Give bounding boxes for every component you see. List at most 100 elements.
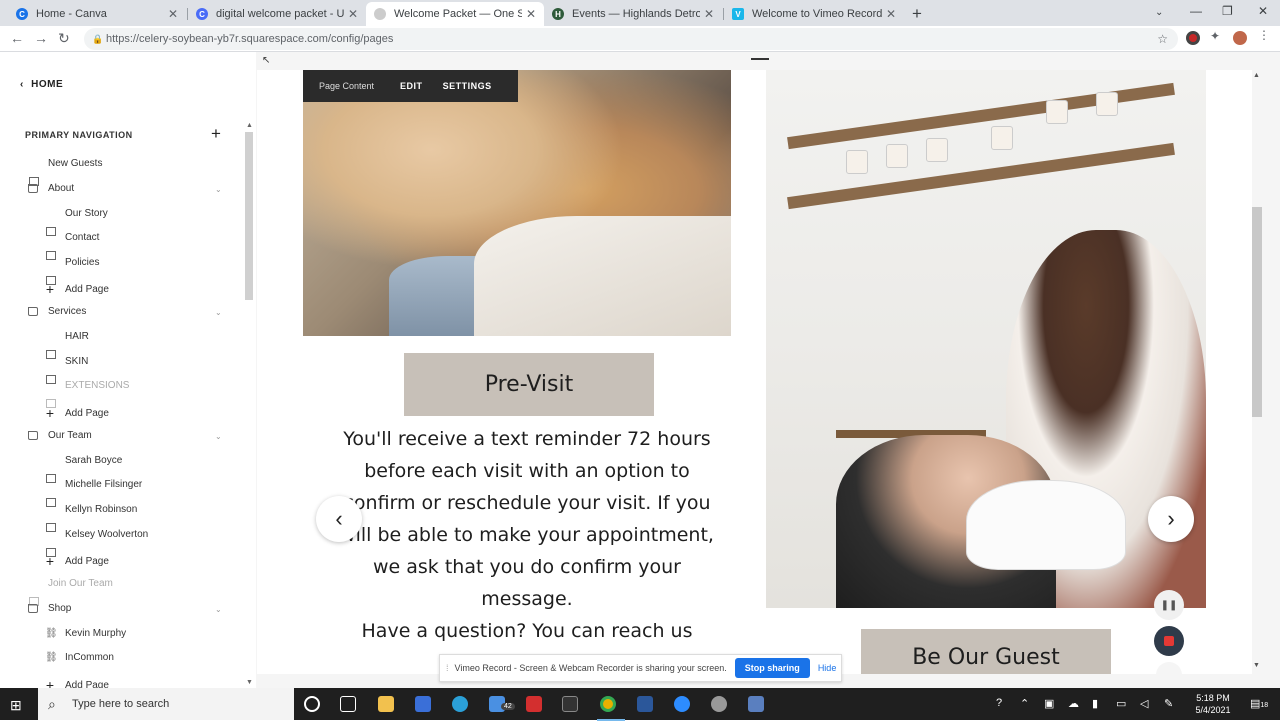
nav-item-kellyn-robinson[interactable]: Kellyn Robinson <box>45 504 137 532</box>
browser-toolbar: ← → ↻ 🔒 https://celery-soybean-yb7r.squa… <box>0 26 1280 52</box>
close-icon[interactable]: ✕ <box>526 7 536 21</box>
microphone-icon[interactable]: ▮ <box>1092 697 1098 710</box>
nav-item-about[interactable]: About <box>28 183 74 194</box>
extensions-puzzle-icon[interactable]: ✦ <box>1210 29 1224 43</box>
onedrive-icon[interactable]: ☁ <box>1068 697 1079 710</box>
scroll-down-arrow-icon[interactable]: ▼ <box>246 679 253 686</box>
app-icon[interactable] <box>748 696 764 712</box>
edit-button[interactable]: EDIT <box>390 81 433 91</box>
chevron-down-icon[interactable]: ⌄ <box>215 185 222 194</box>
nav-item-add-page-team[interactable]: + Add Page <box>45 553 109 569</box>
help-icon[interactable]: ? <box>996 697 1002 709</box>
close-icon[interactable]: ✕ <box>348 7 358 21</box>
restore-icon[interactable]: ❐ <box>1222 4 1233 18</box>
chevron-down-icon[interactable]: ⌄ <box>215 308 222 317</box>
pen-icon[interactable]: ✎ <box>1164 697 1173 710</box>
windows-start-icon[interactable]: ⊞ <box>10 697 22 714</box>
tab-search-icon[interactable]: ⌄ <box>1155 7 1163 18</box>
scroll-up-arrow-icon[interactable]: ▲ <box>1253 72 1260 79</box>
kebab-menu-icon[interactable]: ⋮ <box>1258 28 1272 42</box>
main-scrollbar[interactable] <box>1252 207 1262 417</box>
nav-item-add-page-about[interactable]: + Add Page <box>45 281 109 297</box>
stop-sharing-button[interactable]: Stop sharing <box>734 658 810 678</box>
address-bar[interactable]: 🔒 https://celery-soybean-yb7r.squarespac… <box>84 28 1178 50</box>
chevron-left-icon: ‹ <box>20 79 24 90</box>
add-navigation-item-button[interactable]: + <box>211 124 221 144</box>
tray-app-icon[interactable]: ▣ <box>1044 697 1054 710</box>
close-window-icon[interactable]: ✕ <box>1258 4 1268 18</box>
tab-digital-welcome-packet[interactable]: C digital welcome packet - US Lette ✕ <box>188 2 366 26</box>
nav-item-shop[interactable]: Shop <box>28 603 71 614</box>
tray-chevron-up-icon[interactable]: ⌃ <box>1020 697 1029 710</box>
facial-treatment-image <box>303 70 731 336</box>
nav-item-our-story[interactable]: Our Story <box>45 208 108 236</box>
acrobat-icon[interactable] <box>526 696 542 712</box>
taskbar-search-box[interactable]: ⌕ Type here to search <box>38 688 294 720</box>
nav-item-add-page-services[interactable]: + Add Page <box>45 405 109 421</box>
cortana-icon[interactable] <box>304 696 320 712</box>
tab-welcome-packet[interactable]: Welcome Packet — One Salon ✕ <box>366 2 544 26</box>
nav-item-services[interactable]: Services <box>28 306 86 317</box>
nav-item-incommon[interactable]: ⛓ InCommon <box>45 652 114 663</box>
slider-next-button[interactable]: › <box>1148 496 1194 542</box>
pause-recording-button[interactable]: ❚❚ <box>1154 590 1184 620</box>
nav-item-our-team[interactable]: Our Team <box>28 430 92 441</box>
forward-arrow-icon[interactable]: → <box>34 30 48 46</box>
nav-item-kelsey-woolverton[interactable]: Kelsey Woolverton <box>45 529 148 557</box>
chrome-icon[interactable] <box>597 696 625 721</box>
clock-time: 5:18 PM <box>1196 693 1230 703</box>
drag-grip-icon[interactable]: ⁞ <box>446 663 449 673</box>
towel-shape <box>474 216 731 336</box>
nav-item-michelle-filsinger[interactable]: Michelle Filsinger <box>45 479 142 507</box>
edge-icon[interactable] <box>452 696 468 712</box>
nav-item-join-our-team[interactable]: Join Our Team <box>28 578 113 606</box>
settings-button[interactable]: SETTINGS <box>433 81 502 91</box>
nav-item-sarah-boyce[interactable]: Sarah Boyce <box>45 455 122 483</box>
app-icon[interactable] <box>562 696 578 712</box>
back-arrow-icon[interactable]: ← <box>10 30 24 46</box>
nav-item-kevin-murphy[interactable]: ⛓ Kevin Murphy <box>45 628 126 639</box>
plus-icon: + <box>45 281 55 297</box>
recorder-collapse-button[interactable]: ⌄ <box>1156 662 1182 674</box>
nav-item-label: SKIN <box>65 356 89 367</box>
nav-item-new-guests[interactable]: New Guests <box>28 158 102 186</box>
nav-item-policies[interactable]: Policies <box>45 257 99 285</box>
app-icon[interactable] <box>711 696 727 712</box>
tab-events-highlands[interactable]: H Events — Highlands Detroit ✕ <box>544 2 722 26</box>
drag-handle[interactable] <box>751 58 769 60</box>
tab-canva[interactable]: C Home - Canva ✕ <box>8 2 186 26</box>
home-back-link[interactable]: ‹ HOME <box>20 79 63 90</box>
profile-avatar[interactable] <box>1233 31 1247 45</box>
battery-icon[interactable]: ▭ <box>1116 697 1126 710</box>
notification-icon[interactable]: ▤18 <box>1250 697 1268 710</box>
stop-recording-button[interactable] <box>1154 626 1184 656</box>
volume-icon[interactable]: ◁ <box>1140 697 1148 710</box>
close-icon[interactable]: ✕ <box>168 7 178 21</box>
chevron-down-icon[interactable]: ⌄ <box>215 432 222 441</box>
zoom-icon[interactable] <box>674 696 690 712</box>
minimize-icon[interactable]: — <box>1190 4 1202 18</box>
nav-item-contact[interactable]: Contact <box>45 232 99 260</box>
collapse-arrow-icon[interactable]: ↖ <box>262 55 270 66</box>
reload-icon[interactable]: ↻ <box>58 30 70 47</box>
taskbar-clock[interactable]: 5:18 PM 5/4/2021 <box>1183 692 1243 716</box>
sidebar-scrollbar[interactable] <box>245 132 253 300</box>
scroll-down-arrow-icon[interactable]: ▼ <box>1253 662 1260 669</box>
nav-item-skin[interactable]: SKIN <box>45 356 89 384</box>
hide-button[interactable]: Hide <box>818 663 837 673</box>
scroll-up-arrow-icon[interactable]: ▲ <box>246 122 253 129</box>
file-explorer-icon[interactable] <box>378 696 394 712</box>
store-icon[interactable] <box>415 696 431 712</box>
slider-prev-button[interactable]: ‹ <box>316 496 362 542</box>
word-icon[interactable] <box>637 696 653 712</box>
new-tab-button[interactable]: + <box>912 4 922 24</box>
tab-vimeo-record[interactable]: V Welcome to Vimeo Record ✕ <box>724 2 904 26</box>
record-extension-icon[interactable] <box>1186 31 1200 45</box>
nav-item-extensions[interactable]: EXTENSIONS <box>45 380 129 408</box>
chevron-down-icon[interactable]: ⌄ <box>215 605 222 614</box>
task-view-icon[interactable] <box>340 696 356 712</box>
bookmark-star-icon[interactable]: ☆ <box>1157 28 1168 50</box>
close-icon[interactable]: ✕ <box>886 7 896 21</box>
nav-item-hair[interactable]: HAIR <box>45 331 89 359</box>
close-icon[interactable]: ✕ <box>704 7 714 21</box>
